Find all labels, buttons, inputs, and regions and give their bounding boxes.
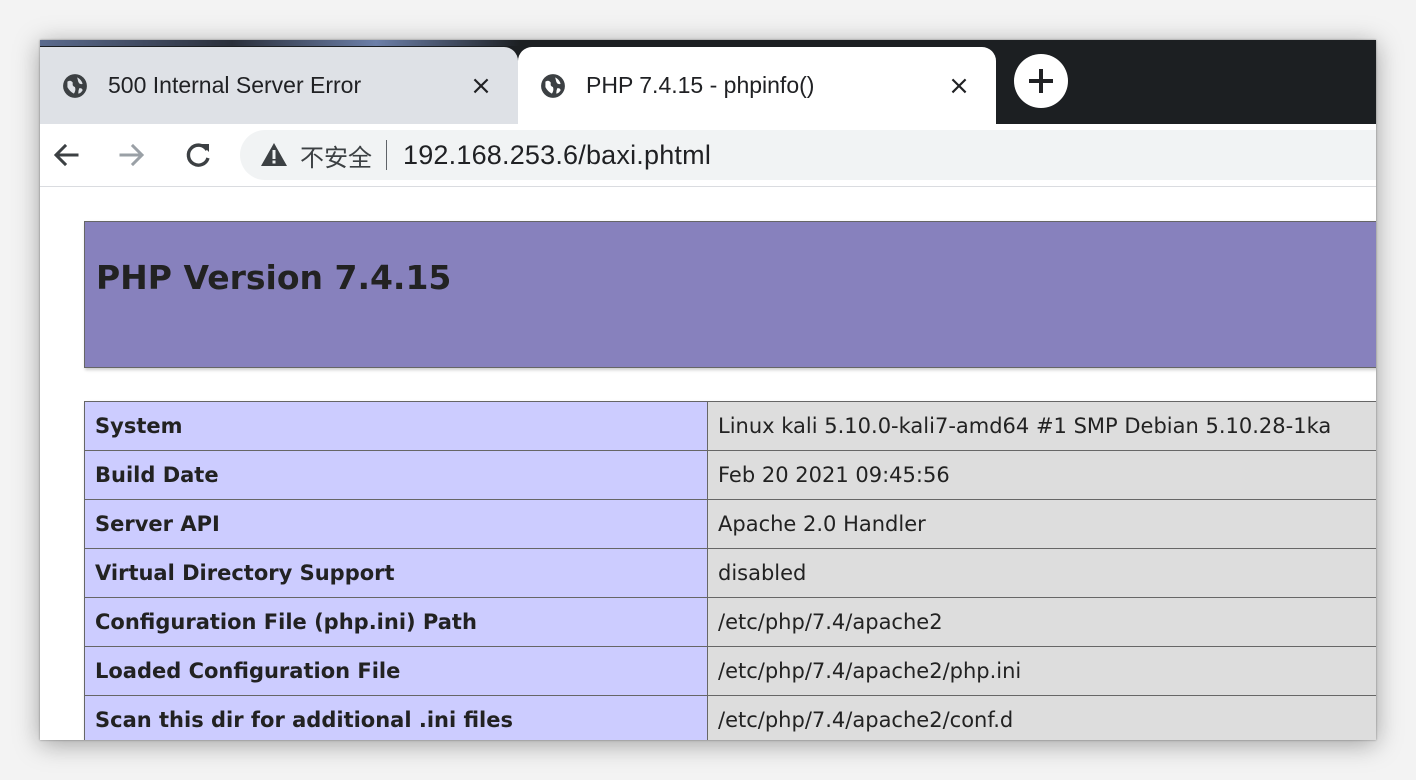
plus-icon [1029, 69, 1053, 93]
table-row: Loaded Configuration File /etc/php/7.4/a… [84, 646, 1376, 696]
tab-500-internal-server-error[interactable]: 500 Internal Server Error × [40, 47, 518, 124]
url-text[interactable]: 192.168.253.6/baxi.phtml [403, 140, 711, 171]
tab-strip: 500 Internal Server Error × PHP 7.4.15 -… [40, 40, 1376, 124]
row-key: Scan this dir for additional .ini files [84, 695, 708, 740]
browser-toolbar: 不安全 192.168.253.6/baxi.phtml [40, 124, 1376, 187]
browser-window: 500 Internal Server Error × PHP 7.4.15 -… [40, 40, 1376, 740]
row-key: Build Date [84, 450, 708, 500]
row-key: Virtual Directory Support [84, 548, 708, 598]
table-row: Server API Apache 2.0 Handler [84, 499, 1376, 549]
page-title: PHP Version 7.4.15 [96, 258, 452, 297]
row-key: Configuration File (php.ini) Path [84, 597, 708, 647]
arrow-left-icon [53, 143, 79, 167]
forward-button[interactable] [108, 131, 156, 179]
back-button[interactable] [42, 131, 90, 179]
table-row: System Linux kali 5.10.0-kali7-amd64 #1 … [84, 401, 1376, 451]
row-value: Apache 2.0 Handler [707, 499, 1376, 549]
table-row: Scan this dir for additional .ini files … [84, 695, 1376, 740]
row-key: Server API [84, 499, 708, 549]
arrow-right-icon [119, 143, 145, 167]
page-content: PHP Version 7.4.15 System Linux kali 5.1… [40, 187, 1376, 740]
warning-triangle-icon[interactable] [260, 141, 288, 169]
omnibox-separator [386, 140, 387, 170]
row-value: /etc/php/7.4/apache2/php.ini [707, 646, 1376, 696]
row-value: /etc/php/7.4/apache2/conf.d [707, 695, 1376, 740]
globe-icon [541, 73, 565, 98]
table-row: Configuration File (php.ini) Path /etc/p… [84, 597, 1376, 647]
security-label[interactable]: 不安全 [300, 138, 372, 173]
row-value: /etc/php/7.4/apache2 [707, 597, 1376, 647]
tab-phpinfo[interactable]: PHP 7.4.15 - phpinfo() × [518, 47, 996, 124]
reload-icon [186, 143, 210, 167]
php-version-banner: PHP Version 7.4.15 [84, 221, 1376, 368]
row-value: disabled [707, 548, 1376, 598]
new-tab-button[interactable] [1014, 54, 1068, 108]
tab-close-button[interactable]: × [944, 71, 974, 101]
url-path: /baxi.phtml [578, 139, 712, 170]
phpinfo-table: System Linux kali 5.10.0-kali7-amd64 #1 … [84, 401, 1376, 740]
row-value: Linux kali 5.10.0-kali7-amd64 #1 SMP Deb… [707, 401, 1376, 451]
row-value: Feb 20 2021 09:45:56 [707, 450, 1376, 500]
address-bar[interactable]: 不安全 192.168.253.6/baxi.phtml [240, 130, 1376, 180]
table-row: Virtual Directory Support disabled [84, 548, 1376, 598]
screenshot-stage: 500 Internal Server Error × PHP 7.4.15 -… [0, 0, 1416, 780]
tab-close-button[interactable]: × [466, 71, 496, 101]
row-key: Loaded Configuration File [84, 646, 708, 696]
row-key: System [84, 401, 708, 451]
globe-icon [63, 73, 87, 98]
table-row: Build Date Feb 20 2021 09:45:56 [84, 450, 1376, 500]
tab-strip-highlight [40, 40, 520, 46]
url-host: 192.168.253.6 [403, 139, 579, 170]
reload-button[interactable] [174, 131, 222, 179]
tab-title: PHP 7.4.15 - phpinfo() [586, 72, 815, 98]
tab-title: 500 Internal Server Error [108, 72, 362, 98]
